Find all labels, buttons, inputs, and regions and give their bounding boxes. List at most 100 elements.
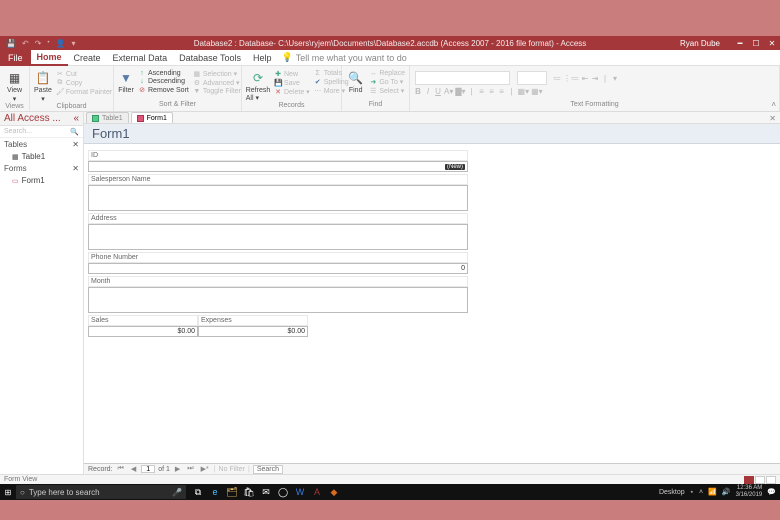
bold-button[interactable]: B	[414, 87, 422, 96]
filter-button[interactable]: ▼Filter	[118, 70, 134, 94]
month-input[interactable]	[88, 287, 468, 313]
tab-form1[interactable]: Form1	[131, 112, 173, 123]
phone-input[interactable]: 0	[88, 263, 468, 274]
show-desktop-label[interactable]: Desktop	[659, 489, 685, 496]
word-icon[interactable]: W	[294, 486, 306, 498]
minimize-button[interactable]: ━	[732, 36, 748, 50]
explorer-icon[interactable]: 🗂	[226, 486, 238, 498]
mail-icon[interactable]: ✉	[260, 486, 272, 498]
access-icon[interactable]: A	[311, 486, 323, 498]
database-tools-tab[interactable]: Database Tools	[173, 50, 247, 66]
indent-right-icon[interactable]: ⇥	[591, 74, 599, 83]
refresh-all-button[interactable]: ⟳Refresh All ▾	[246, 70, 270, 102]
layout-view-button[interactable]	[755, 476, 765, 484]
select-button[interactable]: ☰Select ▾	[369, 87, 405, 95]
remove-sort-button[interactable]: ⊘Remove Sort	[138, 86, 189, 94]
next-record-button[interactable]: ▶	[173, 465, 182, 473]
address-input[interactable]	[88, 224, 468, 250]
create-tab[interactable]: Create	[68, 50, 107, 66]
descending-button[interactable]: ↓Descending	[138, 78, 189, 85]
chrome-icon[interactable]: ◯	[277, 486, 289, 498]
forms-section[interactable]: Forms✕	[0, 162, 83, 175]
record-position-input[interactable]	[141, 465, 155, 473]
advanced-button[interactable]: ⚙Advanced ▾	[193, 79, 241, 87]
new-record-nav-button[interactable]: ▶*	[199, 465, 211, 473]
cortana-icon: ○	[20, 488, 25, 497]
nav-header[interactable]: All Access ...«	[0, 112, 83, 126]
external-data-tab[interactable]: External Data	[107, 50, 174, 66]
salesperson-input[interactable]	[88, 185, 468, 211]
salesperson-label: Salesperson Name	[88, 174, 468, 185]
align-right-icon[interactable]: ≡	[498, 87, 506, 96]
file-tab[interactable]: File	[0, 50, 31, 66]
nav-form1[interactable]: ▭Form1	[0, 175, 83, 186]
font-color-button[interactable]: A▾	[444, 87, 453, 96]
close-tab-icon[interactable]: ✕	[769, 114, 776, 123]
indent-left-icon[interactable]: ⇤	[581, 74, 589, 83]
delete-record-button[interactable]: ✕Delete ▾	[274, 88, 310, 96]
close-button[interactable]: ✕	[764, 36, 780, 50]
id-input[interactable]: (New)	[88, 161, 468, 172]
gridlines-icon[interactable]: ▦▾	[531, 87, 543, 96]
tell-me[interactable]: 💡Tell me what you want to do	[281, 52, 406, 63]
home-tab[interactable]: Home	[31, 50, 68, 66]
first-record-button[interactable]: ⏮	[116, 465, 126, 473]
edge-icon[interactable]: e	[209, 486, 221, 498]
start-button[interactable]: ⊞	[0, 488, 16, 497]
goto-button[interactable]: ➜Go To ▾	[369, 78, 405, 86]
highlight-button[interactable]: ▇▾	[455, 87, 465, 96]
fill-color-icon[interactable]: ▦▾	[518, 87, 530, 96]
selection-button[interactable]: ▦Selection ▾	[193, 70, 241, 78]
format-painter-button[interactable]: 🖌Format Painter	[56, 88, 112, 96]
numbering-icon[interactable]: ⋮≔	[563, 74, 579, 83]
volume-icon[interactable]: 🔊	[722, 488, 731, 496]
nav-search[interactable]: Search...🔍	[0, 126, 83, 138]
font-combo[interactable]	[415, 71, 510, 85]
taskbar-search[interactable]: ○Type here to search🎤	[16, 485, 186, 499]
align-left-icon[interactable]: ≡	[478, 87, 486, 96]
last-record-button[interactable]: ⏭	[185, 465, 195, 473]
ascending-button[interactable]: ↑Ascending	[138, 70, 189, 77]
align-center-icon[interactable]: ≡	[488, 87, 496, 96]
record-search-input[interactable]: Search	[253, 465, 283, 474]
collapse-ribbon-icon[interactable]: ˄	[771, 100, 776, 109]
account-name[interactable]: Ryan Dube	[680, 39, 720, 48]
form-body: ID (New) Salesperson Name Address Phone …	[84, 144, 780, 463]
copy-button[interactable]: ⧉Copy	[56, 79, 112, 87]
replace-button[interactable]: ↔Replace	[369, 70, 405, 77]
help-tab[interactable]: Help	[247, 50, 278, 66]
tab-table1[interactable]: Table1	[86, 112, 129, 123]
address-label: Address	[88, 213, 468, 224]
cut-button[interactable]: ✂Cut	[56, 70, 112, 78]
maximize-button[interactable]: ☐	[748, 36, 764, 50]
ribbon-tabs: File Home Create External Data Database …	[0, 50, 780, 66]
sales-input[interactable]: $0.00	[88, 326, 198, 337]
font-size-combo[interactable]	[517, 71, 547, 85]
save-record-button[interactable]: 💾Save	[274, 79, 310, 87]
clock[interactable]: 12:36 AM 3/16/2019	[736, 485, 763, 499]
form-view-button[interactable]	[744, 476, 754, 484]
task-view-icon[interactable]: ⧉	[192, 486, 204, 498]
access-window: 💾 ↶ ↷ • 👤 ▾ Database2 : Database- C:\Use…	[0, 36, 780, 484]
network-icon[interactable]: 📶	[708, 488, 717, 496]
expenses-input[interactable]: $0.00	[198, 326, 308, 337]
toggle-filter-button[interactable]: ▼Toggle Filter	[193, 88, 241, 95]
nav-table1[interactable]: ▦Table1	[0, 151, 83, 162]
store-icon[interactable]: 🛍	[243, 486, 255, 498]
no-filter-indicator: No Filter	[219, 466, 245, 473]
new-record-badge: (New)	[445, 164, 465, 170]
system-tray-icon[interactable]: ⋆	[690, 488, 694, 496]
design-view-button[interactable]	[766, 476, 776, 484]
underline-button[interactable]: U	[434, 87, 442, 96]
italic-button[interactable]: I	[424, 87, 432, 96]
new-record-button[interactable]: ✚New	[274, 70, 310, 78]
view-button[interactable]: ▦View▾	[4, 70, 25, 103]
find-button[interactable]: 🔍Find	[346, 70, 365, 94]
action-center-icon[interactable]: 💬	[767, 488, 776, 496]
tray-chevron-icon[interactable]: ˄	[699, 489, 703, 496]
app-icon[interactable]: ◆	[328, 486, 340, 498]
paste-button[interactable]: 📋Paste▾	[34, 70, 52, 103]
tables-section[interactable]: Tables✕	[0, 138, 83, 151]
prev-record-button[interactable]: ◀	[129, 465, 138, 473]
bullets-icon[interactable]: ≔	[553, 74, 561, 83]
